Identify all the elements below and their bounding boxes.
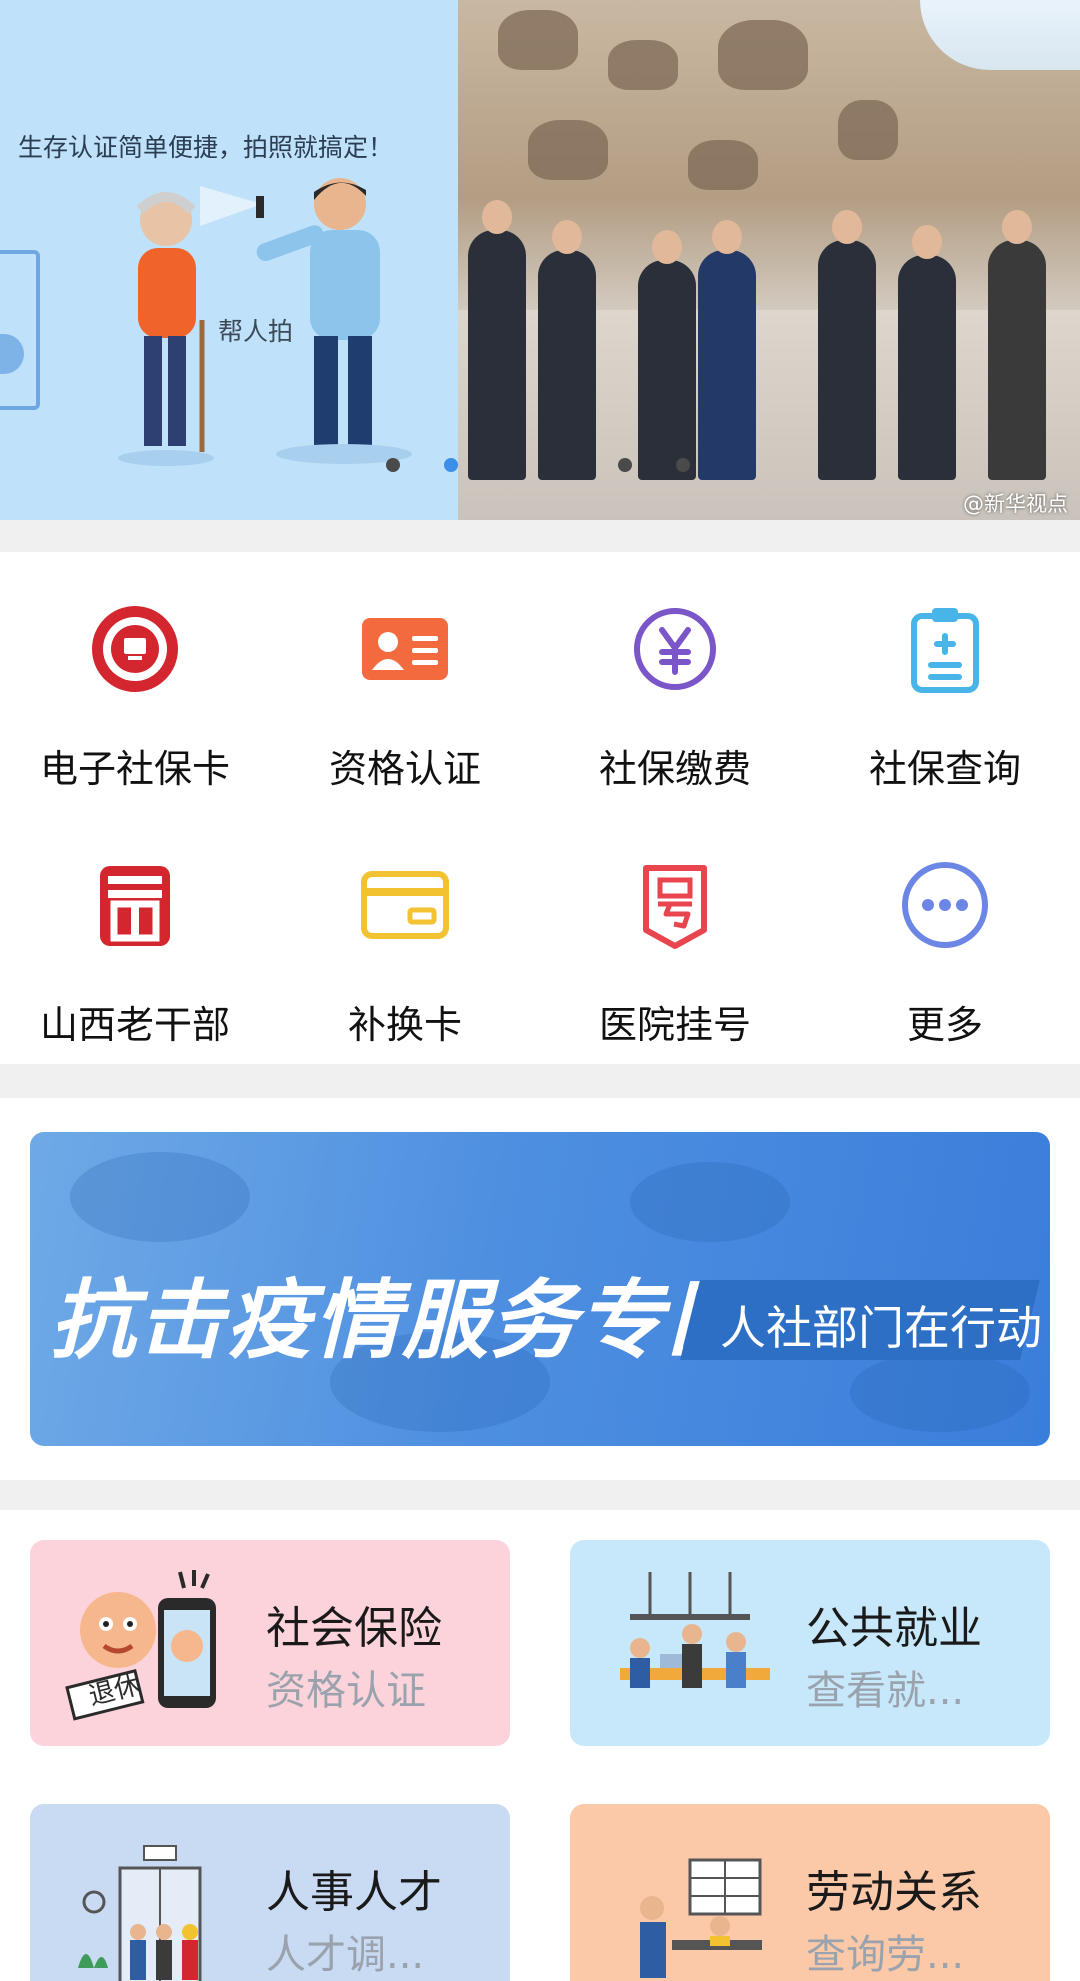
card-title: 社会保险 bbox=[266, 1603, 442, 1654]
cave bbox=[688, 140, 758, 190]
grid-item-e-social-card[interactable]: 电子社保卡 bbox=[0, 552, 270, 808]
person-figure bbox=[468, 200, 526, 480]
cave bbox=[498, 10, 578, 70]
id-card-icon bbox=[362, 618, 448, 680]
carousel-dot[interactable] bbox=[676, 458, 690, 472]
registration-icon bbox=[643, 865, 707, 949]
cave bbox=[838, 100, 898, 160]
grid-item-card-replacement[interactable]: 补换卡 bbox=[270, 808, 540, 1064]
card-subtitle: 资格认证 bbox=[266, 1668, 426, 1714]
carousel-indicator-left bbox=[386, 458, 458, 472]
card-title: 人事人才 bbox=[266, 1867, 442, 1918]
retiree-phone-illustration bbox=[65, 1570, 216, 1721]
grid-item-qualification[interactable]: 资格认证 bbox=[270, 552, 540, 808]
grid-item-label: 社保缴费 bbox=[598, 747, 751, 791]
banner-texture bbox=[630, 1162, 790, 1242]
service-grid: 电子社保卡 资格认证 社保缴费 社保查询 山西老干部 补换卡 医院挂号 更多 bbox=[0, 552, 1080, 1064]
scan-frame-icon bbox=[0, 250, 40, 410]
cave bbox=[528, 120, 608, 180]
person-figure bbox=[818, 210, 876, 480]
banner-title: 抗击疫情服务专区 bbox=[50, 1271, 754, 1371]
person-figure bbox=[538, 220, 596, 480]
banner-texture bbox=[850, 1352, 1030, 1432]
epidemic-service-banner[interactable]: 抗击疫情服务专区 人社部门在行动 bbox=[30, 1132, 1050, 1446]
grid-item-label: 社保查询 bbox=[868, 747, 1021, 791]
social-security-card-icon bbox=[92, 606, 178, 692]
sky bbox=[920, 0, 1080, 70]
shanxi-logo-icon bbox=[100, 866, 170, 946]
section-divider bbox=[0, 1064, 1080, 1098]
grid-item-label: 山西老干部 bbox=[39, 1003, 230, 1047]
card-icon bbox=[361, 871, 449, 939]
banner-subtitle: 人社部门在行动 bbox=[720, 1301, 1042, 1355]
person-figure bbox=[988, 210, 1046, 480]
card-personnel-talent[interactable]: 人事人才 人才调... bbox=[30, 1804, 510, 1981]
grid-item-query[interactable]: 社保查询 bbox=[810, 552, 1080, 808]
cave bbox=[718, 20, 808, 90]
grid-item-payment[interactable]: 社保缴费 bbox=[540, 552, 810, 808]
elevator-people-illustration bbox=[78, 1845, 202, 1981]
slide-tagline: 生存认证简单便捷，拍照就搞定！ bbox=[18, 133, 394, 162]
card-public-employment[interactable]: 公共就业 查看就... bbox=[570, 1540, 1050, 1746]
card-title: 劳动关系 bbox=[806, 1867, 982, 1918]
section-divider bbox=[0, 1480, 1080, 1510]
card-subtitle: 查询劳... bbox=[806, 1932, 965, 1978]
grid-item-label: 更多 bbox=[906, 1003, 983, 1047]
card-subtitle: 人才调... bbox=[266, 1932, 425, 1978]
yuan-icon bbox=[634, 608, 716, 690]
card-labor-relations[interactable]: 劳动关系 查询劳... bbox=[570, 1804, 1050, 1981]
clipboard-icon bbox=[911, 608, 979, 693]
card-title: 公共就业 bbox=[806, 1603, 982, 1654]
carousel-dot-active[interactable] bbox=[444, 458, 458, 472]
person-figure bbox=[898, 225, 956, 480]
person-figure bbox=[638, 230, 696, 480]
photo-watermark: @新华视点 bbox=[963, 492, 1068, 516]
carousel-slide-authentication[interactable]: 生存认证简单便捷，拍照就搞定！ 帮人拍 bbox=[0, 0, 458, 520]
grid-item-label: 补换卡 bbox=[347, 1003, 462, 1047]
grid-item-hospital-registration[interactable]: 医院挂号 bbox=[540, 808, 810, 1064]
carousel-dot[interactable] bbox=[386, 458, 400, 472]
section-divider bbox=[0, 520, 1080, 552]
banner-carousel[interactable]: 生存认证简单便捷，拍照就搞定！ 帮人拍 @新华视点 bbox=[0, 0, 1080, 520]
grid-item-label: 电子社保卡 bbox=[39, 747, 230, 791]
grid-item-more[interactable]: 更多 bbox=[810, 808, 1080, 1064]
more-icon bbox=[902, 862, 988, 948]
card-social-insurance[interactable]: 退休 社会保险 资格认证 bbox=[30, 1540, 510, 1746]
banner-texture bbox=[70, 1152, 250, 1242]
grid-item-label: 医院挂号 bbox=[598, 1003, 751, 1047]
carousel-slide-news-photo[interactable]: @新华视点 bbox=[458, 0, 1080, 520]
desk-meeting-illustration bbox=[640, 1858, 762, 1978]
office-workers-illustration bbox=[620, 1572, 770, 1688]
person-figure bbox=[698, 220, 756, 480]
grid-item-shanxi-veteran-cadres[interactable]: 山西老干部 bbox=[0, 808, 270, 1064]
grid-item-label: 资格认证 bbox=[328, 747, 481, 791]
cave bbox=[608, 40, 678, 90]
help-label: 帮人拍 bbox=[218, 317, 294, 346]
carousel-dot[interactable] bbox=[618, 458, 632, 472]
card-subtitle: 查看就... bbox=[806, 1668, 965, 1714]
carousel-indicator-right bbox=[618, 458, 690, 472]
